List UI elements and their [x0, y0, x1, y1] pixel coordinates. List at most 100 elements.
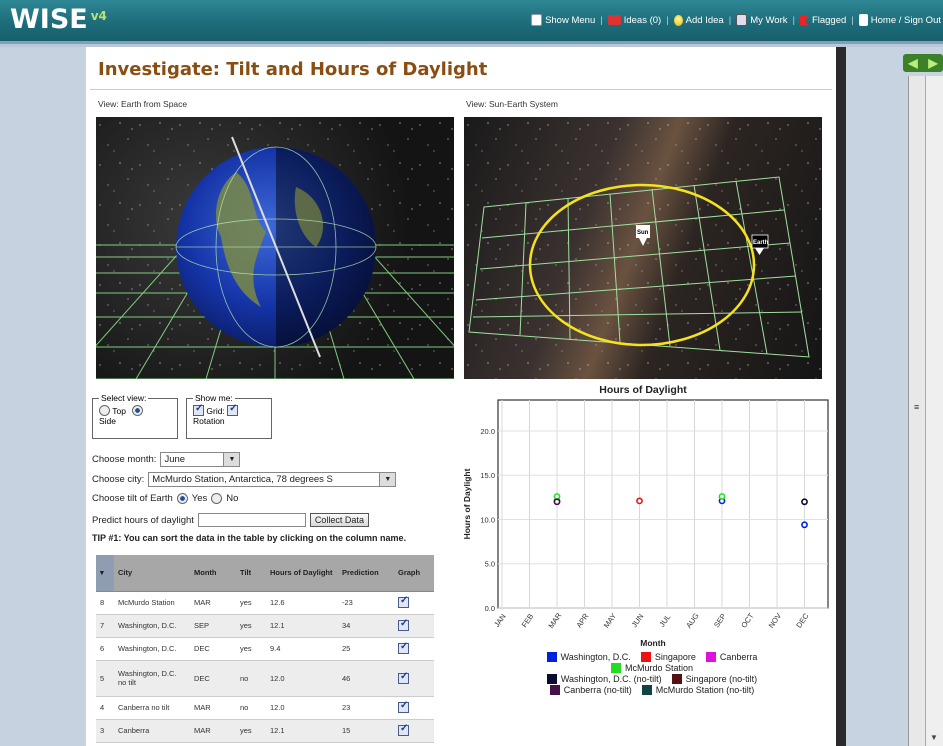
graph-checkbox[interactable]: [398, 641, 409, 654]
ideas-link[interactable]: Ideas (0): [607, 15, 661, 26]
x-tick-label: NOV: [767, 611, 784, 629]
tilt-no-radio[interactable]: [211, 493, 223, 504]
earth-marker: Earth: [751, 234, 769, 255]
graph-checkbox[interactable]: [398, 595, 409, 608]
view-top-radio[interactable]: [99, 405, 110, 416]
rotation-checkbox[interactable]: [227, 403, 239, 416]
flagged-link[interactable]: Flagged: [799, 14, 846, 26]
home-signout-link[interactable]: Home / Sign Out: [858, 14, 941, 26]
title-divider: [90, 89, 832, 90]
table-row[interactable]: 4 Canberra no tilt MAR no 12.0 23: [96, 696, 434, 720]
graph-checkbox[interactable]: [398, 723, 409, 736]
menu-icon: [531, 14, 543, 26]
graph-checkbox[interactable]: [398, 618, 409, 631]
my-work-icon: [736, 14, 748, 26]
y-tick-label: 10.0: [480, 515, 495, 524]
city-select[interactable]: McMurdo Station, Antarctica, 78 degrees …: [148, 472, 397, 487]
grid-checkbox[interactable]: [193, 403, 204, 416]
next-arrow-icon[interactable]: ▶: [928, 56, 937, 70]
door-icon: [858, 14, 868, 26]
chevron-down-icon: ▼: [223, 453, 240, 466]
x-tick-label: SEP: [712, 612, 728, 629]
graph-checkbox[interactable]: [398, 671, 409, 684]
column-header-city[interactable]: City: [114, 555, 190, 592]
predict-row: Predict hours of daylight Collect Data: [92, 513, 369, 527]
svg-text:Sun: Sun: [637, 230, 649, 236]
y-tick-label: 5.0: [485, 560, 495, 569]
show-menu-link[interactable]: Show Menu: [531, 14, 595, 26]
legend-label: McMurdo Station: [624, 663, 694, 673]
daylight-chart[interactable]: 0.0 5.0 10.0 15.0 20.0 JAN FEB MAR APR MAY JUN JUL A…: [458, 395, 830, 650]
x-tick-label: MAY: [602, 612, 618, 630]
month-select[interactable]: June ▼: [160, 452, 241, 467]
top-bar: WISE v4 Show Menu | Ideas (0) | Add Idea …: [0, 0, 943, 44]
my-work-link[interactable]: My Work: [736, 14, 787, 26]
data-point: [801, 498, 808, 506]
legend-swatch: [610, 663, 621, 673]
table-row[interactable]: 6 Washington, D.C. DEC yes 9.4 25: [96, 637, 434, 661]
legend-entry: Washington, D.C. (no-tilt): [546, 674, 662, 684]
city-row: Choose city: McMurdo Station, Antarctica…: [92, 472, 397, 487]
table-row[interactable]: 5 Washington, D.C. no tilt DEC no 12.0 46: [96, 660, 434, 697]
column-header-month[interactable]: Month: [190, 555, 236, 592]
legend-swatch: [546, 674, 557, 684]
data-point: [636, 497, 643, 505]
y-tick-label: 20.0: [480, 427, 495, 436]
view-side-radio[interactable]: [132, 405, 144, 416]
sun-marker: Sun: [636, 225, 650, 246]
ideas-basket-icon: [607, 15, 621, 25]
show-me-group: Show me: Grid: Rotation: [186, 393, 272, 439]
legend-entry: McMurdo Station: [610, 663, 694, 673]
table-row[interactable]: 8 McMurdo Station MAR yes 12.6 -23: [96, 591, 434, 615]
legend-label: Washington, D.C. (no-tilt): [560, 674, 662, 684]
svg-text:Earth: Earth: [753, 240, 769, 246]
legend-swatch: [549, 685, 560, 695]
sort-indicator-header[interactable]: ▾: [96, 555, 114, 592]
column-header-tilt[interactable]: Tilt: [236, 555, 266, 592]
x-tick-label: DEC: [794, 611, 811, 630]
table-row[interactable]: 3 Canberra MAR yes 12.1 15: [96, 719, 434, 743]
legend-entry: Singapore (no-tilt): [671, 674, 757, 684]
x-tick-label: JUN: [630, 612, 646, 629]
legend-row: Washington, D.C. Singapore Canberra: [502, 652, 802, 662]
orbit-grid: [468, 176, 810, 358]
right-scrollbar[interactable]: ▼: [925, 76, 943, 746]
legend-swatch: [546, 652, 557, 662]
tilt-row: Choose tilt of Earth Yes No: [92, 493, 239, 504]
page-title: Investigate: Tilt and Hours of Daylight: [98, 59, 488, 80]
column-header-hours[interactable]: Hours of Daylight: [266, 555, 338, 592]
resize-grip-icon[interactable]: ≡: [914, 402, 919, 412]
step-nav: ◀ ▶: [903, 54, 943, 72]
x-tick-label: AUG: [684, 611, 701, 630]
x-tick-label: OCT: [739, 611, 756, 629]
lightbulb-icon: [673, 14, 683, 26]
data-point: [553, 493, 561, 500]
tilt-yes-radio[interactable]: [176, 493, 188, 504]
column-header-prediction[interactable]: Prediction: [338, 555, 394, 592]
legend-entry: Washington, D.C.: [546, 652, 631, 662]
table-row[interactable]: 7 Washington, D.C. SEP yes 12.1 34: [96, 614, 434, 638]
chevron-down-icon: ▼: [379, 473, 396, 486]
earth-view-canvas[interactable]: [96, 117, 454, 379]
panel-divider: [836, 47, 846, 746]
graph-checkbox[interactable]: [398, 700, 409, 713]
select-view-group: Select view: Top Side: [92, 393, 178, 439]
left-margin: [0, 47, 86, 746]
data-point: [801, 521, 808, 529]
legend-row: Washington, D.C. (no-tilt) Singapore (no-…: [502, 674, 802, 684]
add-idea-link[interactable]: Add Idea: [673, 14, 724, 26]
legend-label: Washington, D.C.: [560, 652, 631, 662]
column-header-graph[interactable]: Graph: [394, 555, 434, 592]
legend-label: Singapore: [654, 652, 696, 662]
scroll-down-icon[interactable]: ▼: [930, 733, 938, 742]
legend-swatch: [705, 652, 716, 662]
y-tick-label: 0.0: [485, 604, 495, 613]
x-tick-label: JAN: [492, 612, 508, 629]
collect-data-button[interactable]: Collect Data: [309, 513, 369, 527]
wise-logo[interactable]: WISE v4: [10, 4, 107, 35]
view-earth-label: View: Earth from Space: [98, 99, 188, 109]
sun-earth-canvas[interactable]: Sun Earth: [464, 117, 822, 379]
prediction-input[interactable]: [197, 513, 306, 527]
previous-arrow-icon[interactable]: ◀: [908, 56, 917, 70]
x-tick-label: JUL: [657, 613, 672, 629]
